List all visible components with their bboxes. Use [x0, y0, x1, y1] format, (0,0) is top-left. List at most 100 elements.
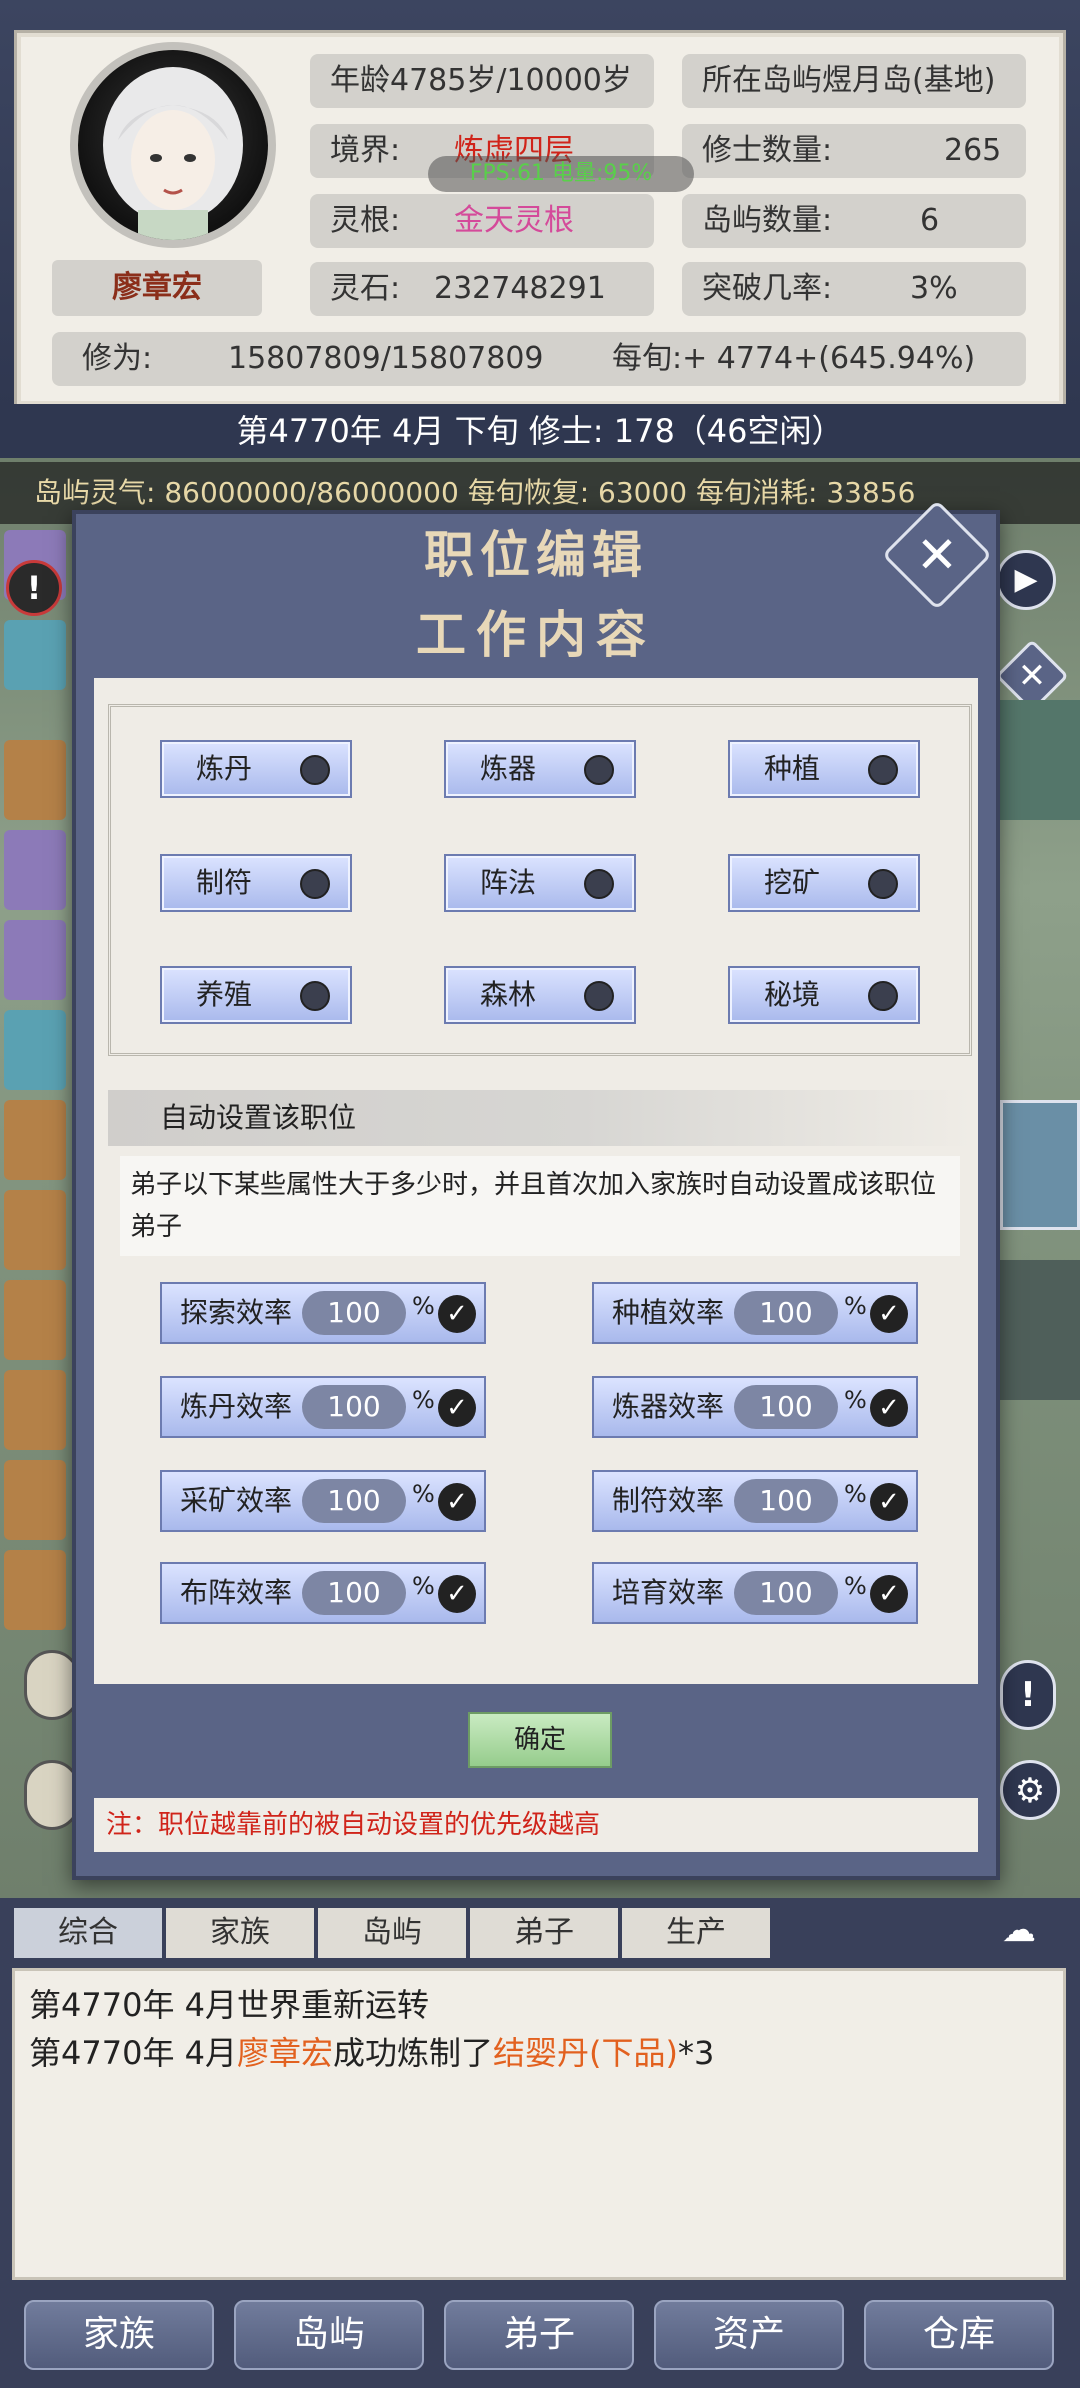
job-label: 阵法 — [480, 866, 537, 899]
efficiency-row: 采矿效率 100 % ✓ — [160, 1470, 486, 1532]
auto-assign-heading: 自动设置该职位 — [108, 1090, 972, 1146]
gear-icon[interactable]: ⚙ — [1000, 1760, 1060, 1820]
secondary-close-glyph: ✕ — [1017, 656, 1047, 696]
cultivators-field: 修士数量: 265 — [682, 124, 1026, 178]
confirm-button[interactable]: 确定 — [468, 1712, 612, 1768]
radio-dot-icon — [868, 755, 898, 785]
efficiency-input[interactable]: 100 — [302, 1571, 406, 1615]
exclamation-icon[interactable]: ! — [1000, 1660, 1056, 1730]
map-tile[interactable] — [4, 830, 66, 910]
islands-label: 岛屿数量: — [702, 203, 833, 238]
map-tile[interactable] — [4, 1550, 66, 1630]
job-toggle[interactable]: 阵法 — [444, 854, 636, 912]
job-toggle[interactable]: 养殖 — [160, 966, 352, 1024]
checkmark-icon[interactable]: ✓ — [438, 1575, 476, 1613]
efficiency-input[interactable]: 100 — [734, 1479, 838, 1523]
map-tile[interactable] — [4, 1010, 66, 1090]
spirit-root-field: 灵根: 金天灵根 — [310, 194, 654, 248]
job-label: 挖矿 — [764, 866, 821, 899]
breakthrough-label: 突破几率: — [702, 271, 833, 306]
log-messages: 第4770年 4月世界重新运转 第4770年 4月廖章宏成功炼制了结婴丹(下品)… — [12, 1968, 1066, 2280]
radio-dot-icon — [584, 755, 614, 785]
checkmark-icon[interactable]: ✓ — [870, 1295, 908, 1333]
checkmark-icon[interactable]: ✓ — [438, 1483, 476, 1521]
age-text: 年龄4785岁/10000岁 — [330, 63, 632, 98]
log-character-name[interactable]: 廖章宏 — [237, 2034, 333, 2072]
checkmark-icon[interactable]: ✓ — [870, 1575, 908, 1613]
map-tile[interactable] — [4, 740, 66, 820]
map-tile[interactable] — [4, 1370, 66, 1450]
alert-icon[interactable]: ! — [6, 560, 62, 616]
efficiency-input[interactable]: 100 — [734, 1291, 838, 1335]
job-toggle[interactable]: 种植 — [728, 740, 920, 798]
cultivators-label: 修士数量: — [702, 133, 833, 168]
percent-sign: % — [844, 1386, 867, 1414]
job-label: 森林 — [480, 978, 537, 1011]
efficiency-input[interactable]: 100 — [734, 1571, 838, 1615]
log-item-name[interactable]: 结婴丹(下品) — [493, 2034, 678, 2072]
log-action: 成功炼制了 — [333, 2034, 494, 2072]
islands-count-field: 岛屿数量: 6 — [682, 194, 1026, 248]
tab-disciples[interactable]: 弟子 — [470, 1908, 618, 1958]
efficiency-input[interactable]: 100 — [302, 1291, 406, 1335]
date-bar: 第4770年 4月 下旬 修士: 178（46空闲） — [0, 404, 1080, 458]
tab-production[interactable]: 生产 — [622, 1908, 770, 1958]
efficiency-row: 制符效率 100 % ✓ — [592, 1470, 918, 1532]
job-toggle[interactable]: 炼丹 — [160, 740, 352, 798]
map-tile[interactable] — [4, 620, 66, 690]
cauldron-decoration — [1000, 1260, 1080, 1400]
job-label: 炼器 — [480, 752, 537, 785]
percent-sign: % — [412, 1386, 435, 1414]
efficiency-label: 炼器效率 — [612, 1390, 725, 1423]
nav-family-button[interactable]: 家族 — [24, 2300, 214, 2370]
tab-family[interactable]: 家族 — [166, 1908, 314, 1958]
breakthrough-field: 突破几率: 3% — [682, 262, 1026, 316]
checkmark-icon[interactable]: ✓ — [870, 1483, 908, 1521]
play-icon[interactable]: ▶ — [996, 550, 1056, 610]
radio-dot-icon — [300, 869, 330, 899]
log-line: 第4770年 4月廖章宏成功炼制了结婴丹(下品)*3 — [29, 2029, 1049, 2077]
stone-label: 灵石: — [330, 271, 401, 306]
work-content-heading: 工作内容 — [416, 605, 656, 664]
radio-dot-icon — [868, 981, 898, 1011]
tab-general[interactable]: 综合 — [14, 1908, 162, 1958]
map-tile[interactable] — [4, 1280, 66, 1360]
job-toggle[interactable]: 秘境 — [728, 966, 920, 1024]
efficiency-row: 种植效率 100 % ✓ — [592, 1282, 918, 1344]
efficiency-input[interactable]: 100 — [734, 1385, 838, 1429]
job-toggle[interactable]: 炼器 — [444, 740, 636, 798]
percent-sign: % — [412, 1292, 435, 1320]
tab-island[interactable]: 岛屿 — [318, 1908, 466, 1958]
percent-sign: % — [412, 1572, 435, 1600]
efficiency-row: 炼丹效率 100 % ✓ — [160, 1376, 486, 1438]
efficiency-label: 培育效率 — [612, 1576, 725, 1609]
auto-assign-description: 弟子以下某些属性大于多少时，并且首次加入家族时自动设置成该职位弟子 — [120, 1156, 960, 1256]
efficiency-row: 布阵效率 100 % ✓ — [160, 1562, 486, 1624]
job-toggle[interactable]: 挖矿 — [728, 854, 920, 912]
map-tile[interactable] — [4, 920, 66, 1000]
nav-warehouse-button[interactable]: 仓库 — [864, 2300, 1054, 2370]
efficiency-input[interactable]: 100 — [302, 1385, 406, 1429]
character-name: 廖章宏 — [52, 260, 262, 316]
avatar[interactable] — [78, 50, 268, 240]
nav-assets-button[interactable]: 资产 — [654, 2300, 844, 2370]
log-line: 第4770年 4月世界重新运转 — [29, 1986, 429, 2024]
disciple-portrait[interactable] — [1000, 1100, 1080, 1230]
map-tile[interactable] — [4, 1460, 66, 1540]
map-tile[interactable] — [4, 1100, 66, 1180]
radio-dot-icon — [868, 869, 898, 899]
efficiency-label: 采矿效率 — [180, 1484, 293, 1517]
nav-disciples-button[interactable]: 弟子 — [444, 2300, 634, 2370]
checkmark-icon[interactable]: ✓ — [438, 1389, 476, 1427]
efficiency-label: 种植效率 — [612, 1296, 725, 1329]
nav-island-button[interactable]: 岛屿 — [234, 2300, 424, 2370]
job-toggle[interactable]: 制符 — [160, 854, 352, 912]
radio-dot-icon — [300, 981, 330, 1011]
efficiency-input[interactable]: 100 — [302, 1479, 406, 1523]
map-tile[interactable] — [4, 1190, 66, 1270]
spirit-stone-field: 灵石: 232748291 — [310, 262, 654, 316]
job-toggle[interactable]: 森林 — [444, 966, 636, 1024]
cloud-icon[interactable]: ☁ — [984, 1908, 1054, 1952]
checkmark-icon[interactable]: ✓ — [870, 1389, 908, 1427]
checkmark-icon[interactable]: ✓ — [438, 1295, 476, 1333]
